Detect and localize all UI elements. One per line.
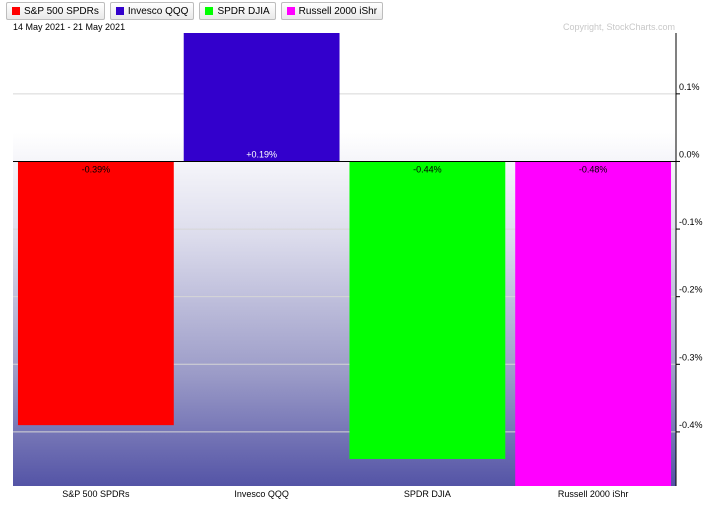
y-tick-label: -0.1% <box>679 217 703 227</box>
bar-data-label: +0.19% <box>246 149 277 159</box>
y-tick-label: 0.1% <box>679 82 700 92</box>
copyright-text: Copyright, StockCharts.com <box>563 22 675 32</box>
bar-data-label: -0.44% <box>413 164 442 174</box>
bar-4 <box>515 161 672 486</box>
y-tick-label: -0.2% <box>679 285 703 295</box>
bar-data-label: -0.48% <box>579 164 608 174</box>
bar-3 <box>349 161 506 459</box>
bar-data-label: -0.39% <box>82 164 111 174</box>
category-label: Invesco QQQ <box>234 489 289 499</box>
category-label: S&P 500 SPDRs <box>62 489 130 499</box>
category-labels: S&P 500 SPDRs Invesco QQQ SPDR DJIA Russell… <box>62 489 628 499</box>
category-label: SPDR DJIA <box>404 489 451 499</box>
y-tick-label: 0.0% <box>679 149 700 159</box>
date-range-label: 14 May 2021 - 21 May 2021 <box>13 22 125 32</box>
y-tick-label: -0.3% <box>679 352 703 362</box>
performance-chart: -0.39% +0.19% -0.44% -0.48% 0.1% 0.0% -0.1% -0… <box>13 22 703 499</box>
category-label: Russell 2000 iShr <box>558 489 629 499</box>
y-tick-label: -0.4% <box>679 420 703 430</box>
y-axis-ticks: 0.1% 0.0% -0.1% -0.2% -0.3% -0.4% <box>676 82 703 433</box>
bar-1 <box>17 161 174 426</box>
bar-2 <box>183 33 340 162</box>
